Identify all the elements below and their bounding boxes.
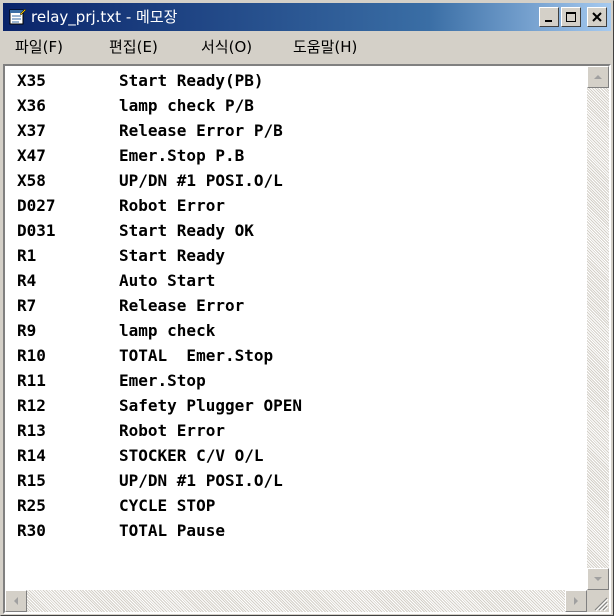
minimize-icon xyxy=(545,20,552,22)
line-code: X36 xyxy=(17,96,46,115)
minimize-button[interactable] xyxy=(539,7,559,27)
scroll-up-button[interactable] xyxy=(587,66,609,88)
resize-grip-icon xyxy=(594,597,609,612)
line-description: Robot Error xyxy=(119,421,225,440)
line-description: lamp check P/B xyxy=(119,96,254,115)
line-description: Safety Plugger OPEN xyxy=(119,396,303,415)
close-icon xyxy=(592,12,602,22)
menu-file-accel: (F) xyxy=(42,38,63,56)
scroll-right-arrow-icon xyxy=(574,597,578,605)
scroll-up-arrow-icon xyxy=(594,75,602,79)
notepad-window: relay_prj.txt - 메모장 파일(F) 편집(E) 서식(O) 도움… xyxy=(0,0,614,616)
editor-frame: X35 Start Ready(PB) X36 lamp check P/B X37 Re… xyxy=(3,64,611,614)
line-code: X58 xyxy=(17,171,46,190)
line-description: CYCLE STOP xyxy=(119,496,216,515)
line-description: TOTAL Pause xyxy=(119,521,225,540)
horizontal-scrollbar[interactable] xyxy=(5,590,587,612)
line-description: lamp check xyxy=(119,321,216,340)
line-code: R12 xyxy=(17,396,46,415)
window-title: relay_prj.txt - 메모장 xyxy=(31,8,178,26)
menu-edit-accel: (E) xyxy=(136,38,158,56)
line-description: Start Ready OK xyxy=(119,221,254,240)
menu-format[interactable]: 서식(O) xyxy=(201,38,252,56)
line-description: UP/DN #1 POSI.O/L xyxy=(119,471,283,490)
line-code: D031 xyxy=(17,221,56,240)
line-code: X35 xyxy=(17,71,46,90)
line-description: Start Ready xyxy=(119,246,225,265)
line-code: R4 xyxy=(17,271,37,290)
scroll-right-button[interactable] xyxy=(565,590,587,612)
line-code: R25 xyxy=(17,496,46,515)
line-description: TOTAL Emer.Stop xyxy=(119,346,274,365)
menu-file-label: 파일 xyxy=(15,38,43,56)
line-description: Emer.Stop P.B xyxy=(119,146,245,165)
menu-edit[interactable]: 편집(E) xyxy=(109,38,158,56)
line-code: R9 xyxy=(17,321,37,340)
menu-edit-label: 편집 xyxy=(109,38,137,56)
maximize-icon xyxy=(566,12,576,22)
line-description: Release Error xyxy=(119,296,245,315)
scroll-left-button[interactable] xyxy=(5,590,27,612)
line-description: STOCKER C/V O/L xyxy=(119,446,264,465)
resize-grip[interactable] xyxy=(587,590,609,612)
menu-bar: 파일(F) 편집(E) 서식(O) 도움말(H) xyxy=(3,32,611,62)
close-button[interactable] xyxy=(587,7,607,27)
line-description: Start Ready(PB) xyxy=(119,71,264,90)
line-description: Auto Start xyxy=(119,271,216,290)
line-code: X37 xyxy=(17,121,46,140)
text-area[interactable]: X35 Start Ready(PB) X36 lamp check P/B X37 Re… xyxy=(5,66,587,590)
line-code: R1 xyxy=(17,246,37,265)
line-description: UP/DN #1 POSI.O/L xyxy=(119,171,283,190)
line-code: R14 xyxy=(17,446,46,465)
menu-file[interactable]: 파일(F) xyxy=(15,38,63,56)
notepad-icon xyxy=(9,8,26,25)
line-code: R10 xyxy=(17,346,46,365)
maximize-button[interactable] xyxy=(561,7,581,27)
menu-format-accel: (O) xyxy=(228,38,253,56)
line-code: D027 xyxy=(17,196,56,215)
line-description: Emer.Stop xyxy=(119,371,206,390)
line-code: R15 xyxy=(17,471,46,490)
line-code: R11 xyxy=(17,371,46,390)
line-description: Release Error P/B xyxy=(119,121,283,140)
line-description: Robot Error xyxy=(119,196,225,215)
title-bar[interactable]: relay_prj.txt - 메모장 xyxy=(3,3,611,31)
line-code: R7 xyxy=(17,296,37,315)
line-code: X47 xyxy=(17,146,46,165)
scroll-down-button[interactable] xyxy=(587,568,609,590)
line-code: R30 xyxy=(17,521,46,540)
scroll-left-arrow-icon xyxy=(14,597,18,605)
scroll-down-arrow-icon xyxy=(594,577,602,581)
line-code: R13 xyxy=(17,421,46,440)
menu-format-label: 서식 xyxy=(201,38,229,56)
menu-help-accel: (H) xyxy=(334,38,358,56)
menu-help-label: 도움말 xyxy=(293,38,335,56)
vertical-scrollbar[interactable] xyxy=(587,66,609,590)
menu-help[interactable]: 도움말(H) xyxy=(293,38,357,56)
